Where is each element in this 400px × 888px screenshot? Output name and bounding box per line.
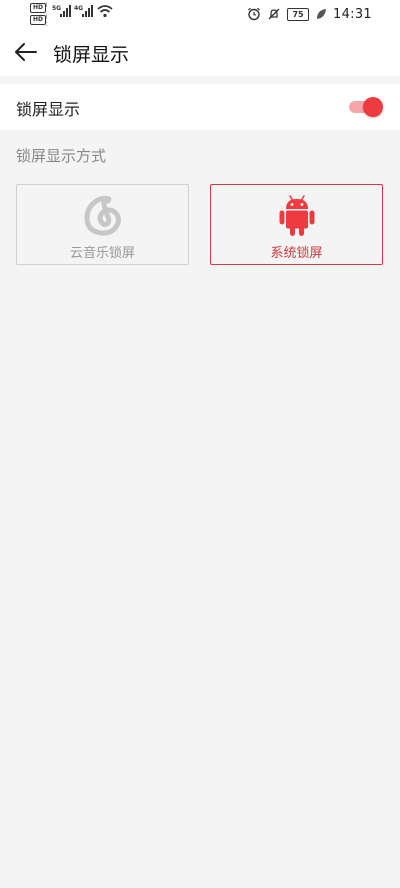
wifi-icon (97, 5, 113, 18)
header: 锁屏显示 (0, 28, 400, 76)
page-title: 锁屏显示 (53, 44, 130, 66)
option-system-label: 系统锁屏 (270, 246, 323, 261)
alarm-icon (248, 7, 260, 21)
sim2-label: HD 2 (46, 14, 47, 28)
arrow-left-icon (15, 43, 37, 61)
hd-badge-1: HD (30, 3, 46, 13)
option-cloud-music-lockscreen[interactable]: 云音乐锁屏 (16, 184, 189, 265)
mute-icon (268, 8, 280, 20)
section-title: 锁屏显示方式 (16, 147, 107, 165)
signal-icon (60, 5, 72, 17)
battery-icon: 75 (287, 7, 310, 21)
hd-badge-2: HD (30, 15, 46, 25)
lockscreen-display-row[interactable]: 锁屏显示 (0, 84, 400, 130)
leaf-icon (317, 9, 327, 19)
back-button[interactable] (12, 38, 40, 66)
lockscreen-display-label: 锁屏显示 (16, 100, 81, 119)
netease-cloud-music-icon (84, 195, 121, 236)
status-time: 14:31 (333, 6, 372, 22)
signal-icon-2 (82, 5, 94, 17)
option-cloud-label: 云音乐锁屏 (69, 246, 135, 261)
option-system-lockscreen[interactable]: 系统锁屏 (210, 184, 383, 265)
status-right: 75 14:31 (247, 5, 372, 23)
lockscreen-display-toggle[interactable] (349, 97, 383, 117)
android-icon (279, 195, 314, 236)
toggle-knob (363, 97, 383, 117)
status-bar: HD HD HD 1 HD 2 5G 4G 75 14:3 (0, 0, 400, 28)
